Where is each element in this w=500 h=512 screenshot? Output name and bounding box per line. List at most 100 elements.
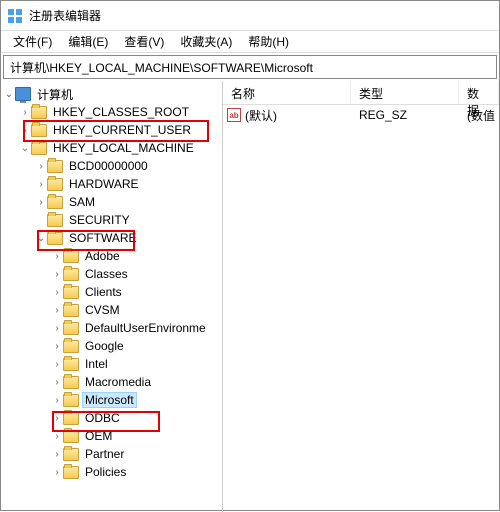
folder-icon xyxy=(31,142,47,155)
value-name: (默认) xyxy=(245,107,277,124)
content-area: ⌄ 计算机 › HKEY_CLASSES_ROOT › HKEY_CURRENT… xyxy=(1,81,499,512)
tree-item-hkcu[interactable]: › HKEY_CURRENT_USER xyxy=(1,121,222,139)
folder-icon xyxy=(63,358,79,371)
expander-icon[interactable]: › xyxy=(51,251,63,262)
tree-item-software[interactable]: ⌄ SOFTWARE xyxy=(1,229,222,247)
tree-item-odbc[interactable]: › ODBC xyxy=(1,409,222,427)
expander-icon[interactable]: › xyxy=(51,287,63,298)
expander-icon[interactable]: ⌄ xyxy=(35,233,47,244)
tree-item-classes[interactable]: › Classes xyxy=(1,265,222,283)
tree-label: Microsoft xyxy=(82,392,137,408)
folder-icon xyxy=(63,394,79,407)
tree-item-defaultuser[interactable]: › DefaultUserEnvironme xyxy=(1,319,222,337)
folder-icon xyxy=(63,286,79,299)
tree-item-policies[interactable]: › Policies xyxy=(1,463,222,481)
tree-item-sam[interactable]: › SAM xyxy=(1,193,222,211)
tree-item-bcd[interactable]: › BCD00000000 xyxy=(1,157,222,175)
col-header-data[interactable]: 数据 xyxy=(459,81,499,104)
expander-icon[interactable]: › xyxy=(51,323,63,334)
expander-icon[interactable]: › xyxy=(19,125,31,136)
tree-label: BCD00000000 xyxy=(66,158,151,174)
expander-icon[interactable]: › xyxy=(51,269,63,280)
expander-icon[interactable]: › xyxy=(35,179,47,190)
address-bar[interactable]: 计算机\HKEY_LOCAL_MACHINE\SOFTWARE\Microsof… xyxy=(3,55,497,79)
menu-bar: 文件(F) 编辑(E) 查看(V) 收藏夹(A) 帮助(H) xyxy=(1,31,499,53)
tree-label: CVSM xyxy=(82,302,123,318)
expander-icon[interactable]: › xyxy=(51,431,63,442)
tree-label: OEM xyxy=(82,428,115,444)
tree-label: Policies xyxy=(82,464,129,480)
folder-icon xyxy=(63,340,79,353)
tree-label: Classes xyxy=(82,266,131,282)
folder-icon xyxy=(63,304,79,317)
folder-icon xyxy=(63,322,79,335)
expander-icon[interactable]: › xyxy=(51,413,63,424)
tree-pane: ⌄ 计算机 › HKEY_CLASSES_ROOT › HKEY_CURRENT… xyxy=(1,81,223,512)
menu-file[interactable]: 文件(F) xyxy=(5,31,60,52)
expander-icon[interactable]: › xyxy=(51,395,63,406)
expander-icon[interactable]: › xyxy=(51,467,63,478)
tree-item-security[interactable]: SECURITY xyxy=(1,211,222,229)
title-bar: 注册表编辑器 xyxy=(1,1,499,31)
menu-help[interactable]: 帮助(H) xyxy=(240,31,297,52)
tree-item-intel[interactable]: › Intel xyxy=(1,355,222,373)
folder-icon xyxy=(63,466,79,479)
folder-icon xyxy=(47,232,63,245)
tree-label: HKEY_CLASSES_ROOT xyxy=(50,104,192,120)
window-title: 注册表编辑器 xyxy=(29,7,101,24)
folder-icon xyxy=(47,214,63,227)
expander-icon[interactable]: ⌄ xyxy=(3,89,15,100)
tree-label: Adobe xyxy=(82,248,123,264)
tree-item-microsoft[interactable]: › Microsoft xyxy=(1,391,222,409)
menu-edit[interactable]: 编辑(E) xyxy=(60,31,116,52)
tree-label: HKEY_CURRENT_USER xyxy=(50,122,194,138)
tree-item-hklm[interactable]: ⌄ HKEY_LOCAL_MACHINE xyxy=(1,139,222,157)
tree-item-adobe[interactable]: › Adobe xyxy=(1,247,222,265)
list-row[interactable]: ab (默认) REG_SZ (数值 xyxy=(223,105,499,125)
folder-icon xyxy=(47,178,63,191)
expander-icon[interactable]: ⌄ xyxy=(19,143,31,154)
menu-view[interactable]: 查看(V) xyxy=(116,31,172,52)
expander-icon[interactable] xyxy=(35,215,47,226)
tree-label: SOFTWARE xyxy=(66,230,140,246)
expander-icon[interactable]: › xyxy=(35,197,47,208)
value-type: REG_SZ xyxy=(351,108,459,122)
tree-item-google[interactable]: › Google xyxy=(1,337,222,355)
expander-icon[interactable]: › xyxy=(51,449,63,460)
address-path: 计算机\HKEY_LOCAL_MACHINE\SOFTWARE\Microsof… xyxy=(10,59,313,76)
tree-item-hardware[interactable]: › HARDWARE xyxy=(1,175,222,193)
folder-icon xyxy=(31,124,47,137)
folder-icon xyxy=(47,160,63,173)
tree-label: SECURITY xyxy=(66,212,133,228)
expander-icon[interactable]: › xyxy=(51,341,63,352)
tree-item-hkcr[interactable]: › HKEY_CLASSES_ROOT xyxy=(1,103,222,121)
expander-icon[interactable]: › xyxy=(35,161,47,172)
folder-icon xyxy=(63,250,79,263)
folder-icon xyxy=(63,376,79,389)
values-pane: 名称 类型 数据 ab (默认) REG_SZ (数值 xyxy=(223,81,499,512)
tree-item-macromedia[interactable]: › Macromedia xyxy=(1,373,222,391)
menu-favorites[interactable]: 收藏夹(A) xyxy=(172,31,240,52)
tree-label: Macromedia xyxy=(82,374,154,390)
expander-icon[interactable]: › xyxy=(51,305,63,316)
col-header-name[interactable]: 名称 xyxy=(223,81,351,104)
regedit-icon xyxy=(7,8,23,24)
expander-icon[interactable]: › xyxy=(51,377,63,388)
expander-icon[interactable]: › xyxy=(19,107,31,118)
tree-label: Google xyxy=(82,338,127,354)
tree-label: 计算机 xyxy=(34,85,76,104)
tree-label: HARDWARE xyxy=(66,176,142,192)
tree-label: Partner xyxy=(82,446,127,462)
tree-item-cvsm[interactable]: › CVSM xyxy=(1,301,222,319)
list-header: 名称 类型 数据 xyxy=(223,81,499,105)
folder-icon xyxy=(63,430,79,443)
tree-label: ODBC xyxy=(82,410,123,426)
tree-item-partner[interactable]: › Partner xyxy=(1,445,222,463)
tree-item-oem[interactable]: › OEM xyxy=(1,427,222,445)
tree-root[interactable]: ⌄ 计算机 xyxy=(1,85,222,103)
string-value-icon: ab xyxy=(227,108,241,122)
tree-label: HKEY_LOCAL_MACHINE xyxy=(50,140,197,156)
col-header-type[interactable]: 类型 xyxy=(351,81,459,104)
expander-icon[interactable]: › xyxy=(51,359,63,370)
tree-item-clients[interactable]: › Clients xyxy=(1,283,222,301)
